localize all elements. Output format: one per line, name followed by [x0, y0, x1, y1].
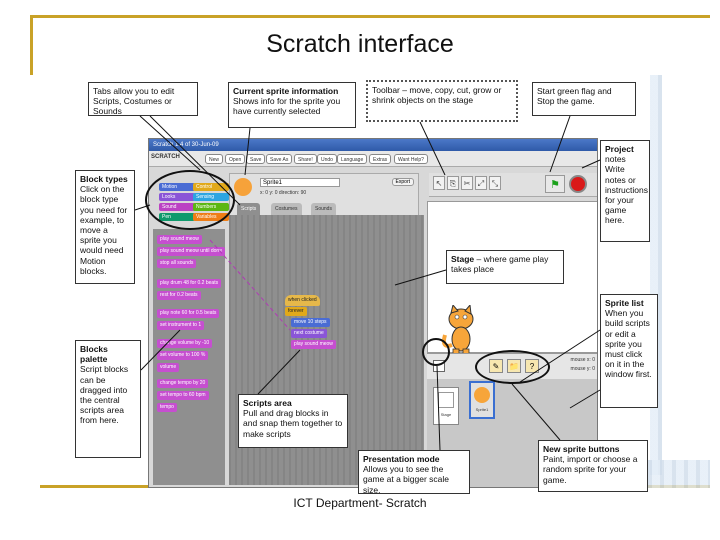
stage-thumbnail[interactable]: Stage [433, 387, 459, 425]
green-flag-icon[interactable]: ⚑ [545, 175, 565, 193]
highlight-oval-categories [145, 170, 235, 230]
mouse-x-readout: mouse x: 0 [570, 357, 595, 363]
mouse-y-readout: mouse y: 0 [570, 366, 595, 372]
slide-footer: ICT Department- Scratch [293, 496, 427, 510]
stop-icon[interactable] [569, 175, 587, 193]
callout-start-stop-text: Start green flag and Stop the game. [537, 86, 612, 107]
sprite-thumbnail [234, 178, 252, 196]
callout-block-types-body: Click on the block type you need for exa… [80, 184, 128, 276]
menu-new[interactable]: New [205, 154, 224, 164]
script-block[interactable]: next costume [291, 329, 327, 338]
callout-project-notes-title: Project [605, 144, 634, 154]
export-button[interactable]: Export [391, 178, 414, 186]
script-block[interactable]: play sound meow [291, 340, 336, 349]
callout-block-types: Block types Click on the block type you … [75, 170, 135, 284]
tab-sounds[interactable]: Sounds [311, 203, 336, 215]
callout-block-types-title: Block types [80, 174, 128, 184]
callout-stage-title: Stage [451, 254, 475, 264]
bottom-rule-left [40, 485, 150, 488]
top-rule [30, 15, 710, 18]
slide-title: Scratch interface [266, 30, 454, 58]
palette-block[interactable]: change volume by -10 [157, 339, 213, 348]
menu-save[interactable]: Save [246, 154, 266, 164]
palette-block[interactable]: play sound meow [157, 235, 202, 244]
highlight-oval-presentation [422, 338, 450, 366]
menu-extras[interactable]: Extras [369, 154, 392, 164]
callout-tabs: Tabs allow you to edit Scripts, Costumes… [88, 82, 198, 116]
callout-sprite-list-body: When you build scripts or edit a sprite … [605, 308, 652, 380]
callout-blocks-palette-title: Blocks palette [80, 344, 108, 365]
callout-current-sprite-title: Current sprite information [233, 86, 339, 96]
callout-current-sprite: Current sprite information Shows info fo… [228, 82, 356, 128]
delete-tool-icon[interactable]: ✂ [461, 176, 473, 190]
left-rule [30, 15, 33, 75]
callout-tabs-text: Tabs allow you to edit Scripts, Costumes… [93, 86, 175, 117]
callout-start-stop: Start green flag and Stop the game. [532, 82, 636, 116]
palette-block[interactable]: tempo [157, 403, 177, 412]
sprite-name-field[interactable]: Sprite1 [260, 178, 340, 187]
blocks-palette: play sound meow play sound meow until do… [153, 229, 225, 485]
stage-thumbnail-label: Stage [440, 412, 452, 417]
sprite1-thumbnail[interactable]: Sprite1 [469, 381, 495, 419]
script-block[interactable]: move 10 steps [291, 318, 330, 327]
callout-blocks-palette-body: Script blocks can be dragged into the ce… [80, 364, 129, 426]
callout-project-notes: Project notes Write notes or instruction… [600, 140, 650, 242]
callout-presentation-mode-body: Allows you to see the game at a bigger s… [363, 464, 449, 495]
palette-block[interactable]: change tempo by 20 [157, 379, 209, 388]
callout-sprite-list-title: Sprite list [605, 298, 644, 308]
slide: Scratch interface Scratch 1.4 of 30-Jun-… [0, 0, 720, 540]
callout-sprite-list: Sprite list When you build scripts or ed… [600, 294, 658, 408]
palette-block[interactable]: set instrument to 1 [157, 321, 205, 330]
shrink-tool-icon[interactable]: ⤡ [489, 176, 501, 190]
editor-tabs: Scripts Costumes Sounds [229, 203, 419, 215]
callout-blocks-palette: Blocks palette Script blocks can be drag… [75, 340, 141, 458]
palette-block[interactable]: stop all sounds [157, 259, 197, 268]
menu-open[interactable]: Open [225, 154, 246, 164]
decorative-ribbon [650, 75, 662, 475]
scratch-logo: SCRATCH [151, 154, 180, 160]
palette-block[interactable]: set tempo to 60 bpm [157, 391, 209, 400]
grow-tool-icon[interactable]: ⤢ [475, 176, 487, 190]
duplicate-tool-icon[interactable]: ⎘ [447, 176, 459, 190]
callout-toolbar-text: Toolbar – move, copy, cut, grow or shrin… [372, 85, 502, 106]
palette-block[interactable]: play note 60 for 0.5 beats [157, 309, 220, 318]
callout-presentation-mode: Presentation mode Allows you to see the … [358, 450, 470, 495]
callout-stage: Stage – where game play takes place [446, 250, 564, 284]
palette-block[interactable]: play drum 48 for 0.2 beats [157, 279, 222, 288]
window-title: Scratch 1.4 of 30-Jun-09 [149, 139, 597, 151]
callout-scripts-area-body: Pull and drag blocks in and snap them to… [243, 408, 343, 439]
sprite1-thumbnail-label: Sprite1 [475, 407, 489, 412]
tab-scripts[interactable]: Scripts [237, 203, 261, 215]
palette-block[interactable]: set volume to 100 % [157, 351, 209, 360]
callout-new-sprite-buttons-body: Paint, import or choose a random sprite … [543, 454, 638, 485]
callout-toolbar: Toolbar – move, copy, cut, grow or shrin… [366, 80, 518, 122]
script-block[interactable]: forever [285, 307, 307, 316]
menu-share[interactable]: Share! [294, 154, 317, 164]
callout-new-sprite-buttons-title: New sprite buttons [543, 444, 620, 454]
menu-want-help[interactable]: Want Help? [394, 154, 428, 164]
script-hat-block[interactable]: when clicked [285, 295, 320, 306]
highlight-oval-new-sprite [475, 350, 550, 384]
palette-block[interactable]: play sound meow until done [157, 247, 225, 256]
callout-presentation-mode-title: Presentation mode [363, 454, 440, 464]
tab-costumes[interactable]: Costumes [271, 203, 302, 215]
menu-language[interactable]: Language [337, 154, 368, 164]
callout-scripts-area-title: Scripts area [243, 398, 292, 408]
palette-block[interactable]: volume [157, 363, 180, 372]
palette-block[interactable]: rest for 0.2 beats [157, 291, 201, 300]
menu-bar: SCRATCH New Open Save Save As Share! Und… [149, 151, 597, 167]
callout-scripts-area: Scripts area Pull and drag blocks in and… [238, 394, 348, 448]
callout-current-sprite-body: Shows info for the sprite you have curre… [233, 96, 341, 117]
callout-new-sprite-buttons: New sprite buttons Paint, import or choo… [538, 440, 648, 492]
arrow-tool-icon[interactable]: ↖ [433, 176, 445, 190]
sprite-coordinates: x: 0 y: 0 direction: 90 [260, 190, 307, 196]
menu-undo[interactable]: Undo [317, 154, 337, 164]
callout-project-notes-body: notes Write notes or instructions for yo… [605, 154, 648, 226]
menu-save-as[interactable]: Save As [266, 154, 293, 164]
